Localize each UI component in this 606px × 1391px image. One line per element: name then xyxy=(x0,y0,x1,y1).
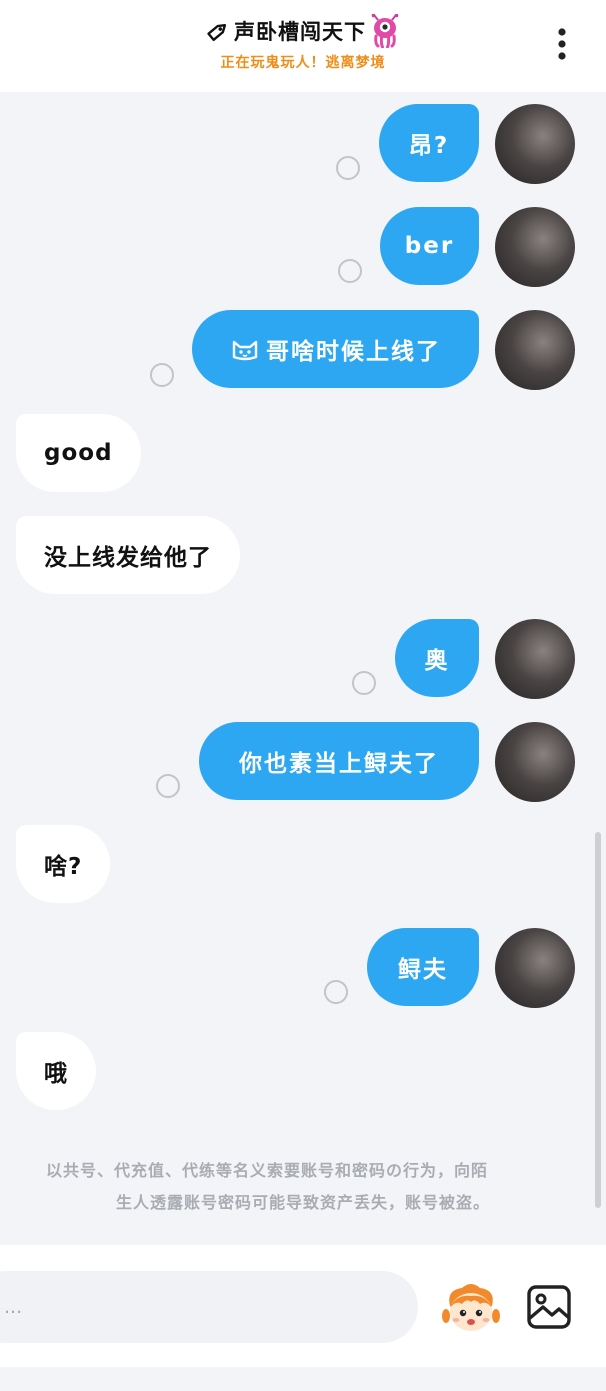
safety-notice: 以共号、代充值、代练等名义索要账号和密码の行为，向陌 生人透露账号密码可能导致资… xyxy=(0,1155,606,1219)
message-text: 鲟夫 xyxy=(398,957,448,983)
message-bubble[interactable]: 你也素当上鲟夫了 xyxy=(199,722,479,800)
message-text: 哦 xyxy=(44,1061,68,1087)
message-bubble[interactable]: 鲟夫 xyxy=(367,928,479,1006)
read-status-circle xyxy=(338,259,362,283)
message-text: 哥啥时候上线了 xyxy=(266,339,441,365)
chat-title: 声卧槽闯天下 xyxy=(234,20,366,44)
message-text: 你也素当上鲟夫了 xyxy=(239,751,439,777)
message-bubble[interactable]: 奥 xyxy=(395,619,479,697)
message-bubble[interactable]: 没上线发给他了 xyxy=(16,516,240,594)
chat-header: 声卧槽闯天下 正在玩鬼玩人！逃离梦境 xyxy=(0,0,606,92)
title-row: 声卧槽闯天下 xyxy=(0,14,606,48)
message-bubble[interactable]: 啥? xyxy=(16,825,111,903)
cat-face-icon xyxy=(232,340,258,361)
message-text: ber xyxy=(404,233,455,259)
message-bubble[interactable]: 哦 xyxy=(16,1032,96,1110)
message-bubble[interactable]: ber xyxy=(380,207,479,285)
message-row-outgoing: 你也素当上鲟夫了 xyxy=(0,722,606,802)
message-scrollbar[interactable] xyxy=(595,832,601,1208)
bottom-strip xyxy=(0,1367,606,1391)
chat-status-subtitle: 正在玩鬼玩人！逃离梦境 xyxy=(220,55,386,71)
read-status-circle xyxy=(324,980,348,1004)
message-row-incoming: 啥? xyxy=(0,825,606,903)
image-icon[interactable] xyxy=(526,1284,572,1330)
message-list[interactable]: 昂? ber 哥啥时候上线了 good 没上线发给他了 奥 你也素当上鲟夫了 啥… xyxy=(0,92,606,1245)
message-row-outgoing: 哥啥时候上线了 xyxy=(0,310,606,390)
safety-notice-line-2: 生人透露账号密码可能导致资产丢失，账号被盗。 xyxy=(115,1193,490,1212)
input-bar: ... xyxy=(0,1245,606,1367)
message-text: good xyxy=(44,440,113,466)
message-text: 啥? xyxy=(44,854,83,880)
message-text: 昂? xyxy=(408,133,450,159)
pink-octopus-icon xyxy=(371,14,399,48)
tag-icon xyxy=(207,24,227,42)
read-status-circle xyxy=(156,774,180,798)
message-row-outgoing: 奥 xyxy=(0,619,606,699)
message-row-outgoing: 鲟夫 xyxy=(0,928,606,1008)
message-input[interactable]: ... xyxy=(0,1271,418,1343)
read-status-circle xyxy=(352,671,376,695)
safety-notice-line-1: 以共号、代充值、代练等名义索要账号和密码の行为，向陌 xyxy=(45,1161,488,1180)
avatar[interactable] xyxy=(495,207,575,287)
avatar[interactable] xyxy=(495,310,575,390)
message-row-incoming: 没上线发给他了 xyxy=(0,516,606,594)
message-row-outgoing: ber xyxy=(0,207,606,287)
more-vertical-icon[interactable] xyxy=(548,24,576,64)
avatar[interactable] xyxy=(495,104,575,184)
message-row-outgoing: 昂? xyxy=(0,104,606,184)
message-bubble[interactable]: 昂? xyxy=(379,104,479,182)
avatar[interactable] xyxy=(495,928,575,1008)
read-status-circle xyxy=(336,156,360,180)
avatar[interactable] xyxy=(495,619,575,699)
avatar[interactable] xyxy=(495,722,575,802)
message-bubble[interactable]: 哥啥时候上线了 xyxy=(192,310,479,388)
message-bubble[interactable]: good xyxy=(16,414,141,492)
message-row-incoming: good xyxy=(0,414,606,492)
read-status-circle xyxy=(150,363,174,387)
message-row-incoming: 哦 xyxy=(0,1032,606,1110)
mascot-icon[interactable] xyxy=(442,1282,500,1334)
message-text: 奥 xyxy=(424,648,450,674)
message-text: 没上线发给他了 xyxy=(44,545,212,571)
message-input-placeholder: ... xyxy=(4,1296,23,1318)
